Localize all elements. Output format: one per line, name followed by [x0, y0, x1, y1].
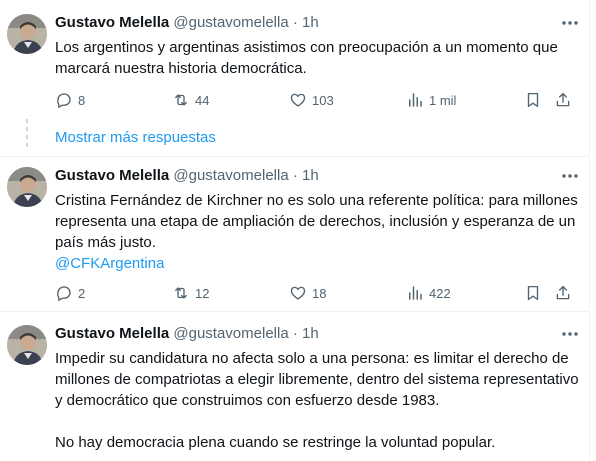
like-count: 18	[312, 285, 327, 301]
views-button[interactable]: 422	[406, 283, 451, 303]
tweet[interactable]: Gustavo Melella @gustavomelella · 1h Los…	[0, 0, 589, 130]
tweet-header: Gustavo Melella @gustavomelella · 1h	[55, 166, 319, 186]
author-handle[interactable]: @gustavomelella	[173, 167, 288, 184]
more-options-button[interactable]	[560, 13, 580, 33]
tweet-actions: 2 12 18 422	[0, 283, 589, 303]
reply-count: 2	[78, 285, 86, 301]
like-button[interactable]: 103	[289, 90, 334, 110]
reply-count: 8	[78, 92, 86, 108]
tweet-text: Impedir su candidatura no afecta solo a …	[55, 348, 580, 453]
bookmark-icon	[527, 92, 539, 108]
tweet-time[interactable]: 1h	[302, 167, 319, 184]
thread-connector	[26, 135, 28, 139]
more-options-button[interactable]	[560, 166, 580, 186]
retweet-icon	[175, 287, 187, 299]
views-button[interactable]: 1 mil	[406, 90, 456, 110]
meta-separator: ·	[292, 325, 298, 342]
tweet[interactable]: Gustavo Melella @gustavomelella · 1h Cri…	[0, 157, 589, 307]
tweet-actions: 8 44 103 1 mil	[0, 90, 589, 110]
like-count: 103	[312, 92, 334, 108]
bookmark-icon	[527, 285, 539, 301]
author-handle[interactable]: @gustavomelella	[173, 325, 288, 342]
tweet-time[interactable]: 1h	[302, 325, 319, 342]
reply-button[interactable]: 2	[55, 283, 85, 303]
share-icon	[556, 285, 570, 300]
reply-button[interactable]: 8	[55, 90, 85, 110]
share-button[interactable]	[554, 90, 572, 110]
thread-connector	[26, 119, 28, 123]
reply-icon	[57, 286, 71, 301]
tweet-time[interactable]: 1h	[302, 14, 319, 31]
bar-chart-icon	[409, 93, 422, 107]
heart-icon	[290, 93, 306, 107]
avatar[interactable]	[7, 14, 47, 54]
mention-link[interactable]: @CFKArgentina	[55, 253, 580, 274]
avatar[interactable]	[7, 167, 47, 207]
tweet-header: Gustavo Melella @gustavomelella · 1h	[55, 13, 319, 33]
retweet-count: 12	[195, 285, 210, 301]
meta-separator: ·	[292, 167, 298, 184]
author-handle[interactable]: @gustavomelella	[173, 14, 288, 31]
tweet-header: Gustavo Melella @gustavomelella · 1h	[55, 324, 319, 344]
share-button[interactable]	[554, 283, 572, 303]
thread-connector	[26, 127, 28, 131]
views-count: 422	[429, 285, 451, 301]
author-name[interactable]: Gustavo Melella	[55, 167, 169, 184]
tweet-text-paragraph: No hay democracia plena cuando se restri…	[55, 434, 496, 451]
more-options-button[interactable]	[560, 324, 580, 344]
bookmark-button[interactable]	[524, 283, 542, 303]
timeline-right-border	[589, 0, 590, 461]
like-button[interactable]: 18	[289, 283, 326, 303]
show-more-replies-link[interactable]: Mostrar más respuestas	[55, 128, 216, 148]
reply-icon	[57, 93, 71, 108]
author-name[interactable]: Gustavo Melella	[55, 325, 169, 342]
tweet[interactable]: Gustavo Melella @gustavomelella · 1h Imp…	[0, 312, 589, 461]
ellipsis-icon	[562, 332, 578, 336]
meta-separator: ·	[292, 14, 298, 31]
author-name[interactable]: Gustavo Melella	[55, 14, 169, 31]
thread-connector	[26, 143, 28, 147]
retweet-icon	[175, 94, 187, 106]
heart-icon	[290, 286, 306, 300]
avatar[interactable]	[7, 325, 47, 365]
tweet-text: Los argentinos y argentinas asistimos co…	[55, 39, 558, 77]
retweet-button[interactable]: 44	[172, 90, 209, 110]
share-icon	[556, 92, 570, 107]
bar-chart-icon	[409, 286, 422, 300]
tweet-text-paragraph: Cristina Fernández de Kirchner no es sol…	[55, 192, 578, 251]
ellipsis-icon	[562, 174, 578, 178]
ellipsis-icon	[562, 21, 578, 25]
bookmark-button[interactable]	[524, 90, 542, 110]
retweet-button[interactable]: 12	[172, 283, 209, 303]
retweet-count: 44	[195, 92, 210, 108]
tweet-text: Cristina Fernández de Kirchner no es sol…	[55, 190, 580, 274]
tweet-text-paragraph: Impedir su candidatura no afecta solo a …	[55, 350, 579, 409]
views-count: 1 mil	[429, 92, 457, 108]
